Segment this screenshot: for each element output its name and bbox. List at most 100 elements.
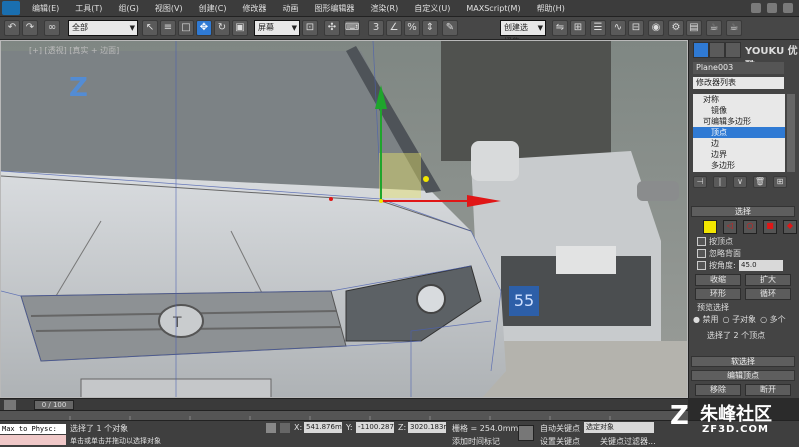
break-button[interactable]: 断开 [745,384,791,396]
preview-multi-radio[interactable]: ○ 多个 [760,314,786,325]
curve-editor-icon[interactable]: ∿ [610,20,626,36]
quick-access-icon[interactable] [783,3,793,13]
named-selection-select[interactable]: 创建选择集 [500,20,546,46]
configure-sets-icon[interactable]: ⊞ [773,176,787,188]
element-mode-icon[interactable]: ◆ [783,220,797,234]
menu-modifiers[interactable]: 修改器 [234,3,274,14]
menu-views[interactable]: 视图(V) [147,3,191,14]
absolute-mode-icon[interactable] [280,423,290,433]
modifier-list-select[interactable]: 修改器列表 [693,77,784,89]
rotate-icon[interactable]: ↻ [214,20,230,36]
preview-subobject-radio[interactable]: ○ 子对象 [723,314,757,325]
selection-rollout-header[interactable]: 选择 [691,206,795,217]
selection-filter-select[interactable]: 全部 [68,20,138,36]
percent-snap-icon[interactable]: % [404,20,420,36]
ring-button[interactable]: 环形 [695,288,741,300]
render-frame-icon[interactable]: ▤ [686,20,702,36]
edit-named-selection-icon[interactable]: ✎ [442,20,458,36]
menu-maxscript[interactable]: MAXScript(M) [458,4,528,13]
maxscript-output[interactable] [0,435,66,445]
stack-scrollbar[interactable] [787,94,795,172]
make-unique-icon[interactable]: ∨ [733,176,747,188]
set-key-icon[interactable] [518,425,534,441]
stack-item[interactable]: 多边形 [693,160,785,171]
align-icon[interactable]: ⊞ [570,20,586,36]
mirror-icon[interactable]: ⇋ [552,20,568,36]
remove-modifier-icon[interactable]: 🗑 [753,176,767,188]
menu-customize[interactable]: 自定义(U) [406,3,458,14]
menu-tools[interactable]: 工具(T) [67,3,110,14]
render-icon[interactable]: ☕ [706,20,722,36]
menu-graph-editors[interactable]: 图形编辑器 [306,3,362,14]
maxscript-listener[interactable]: Max to Physc: [0,424,66,434]
render-teapot-icon[interactable]: ☕ [726,20,742,36]
stack-item[interactable]: 边 [693,138,785,149]
select-object-icon[interactable]: ↖ [142,20,158,36]
menu-group[interactable]: 组(G) [110,3,146,14]
stack-item[interactable]: 边界 [693,149,785,160]
app-logo-icon[interactable] [2,1,20,15]
stack-item[interactable]: 镜像 [693,105,785,116]
rect-selection-icon[interactable]: □ [178,20,194,36]
select-move-icon[interactable]: ✥ [196,20,212,36]
render-setup-icon[interactable]: ⚙ [668,20,684,36]
edit-vertices-rollout-header[interactable]: 编辑顶点 [691,370,795,381]
stack-item[interactable]: 对称 [693,94,785,105]
menu-rendering[interactable]: 渲染(R) [362,3,406,14]
set-key-button[interactable]: 设置关键点 [540,436,580,447]
remove-button[interactable]: 移除 [695,384,741,396]
grow-button[interactable]: 扩大 [745,274,791,286]
link-icon[interactable]: ∞ [44,20,60,36]
modify-tab-icon[interactable] [709,42,725,58]
create-tab-icon[interactable] [693,42,709,58]
pin-stack-icon[interactable]: ⊣ [693,176,707,188]
show-end-result-icon[interactable]: | [713,176,727,188]
object-name-field[interactable]: Plane003 [693,62,784,74]
modifier-stack[interactable]: 对称 镜像 可编辑多边形 顶点 边 边界 多边形 [693,94,785,172]
y-coordinate-field[interactable]: -1100.287 [356,422,394,433]
pivot-center-icon[interactable]: ⊡ [302,20,318,36]
spinner-snap-icon[interactable]: ⇕ [422,20,438,36]
add-time-tag-button[interactable]: 添加时间标记 [452,436,500,447]
x-coordinate-field[interactable]: 541.876mm [304,422,342,433]
quick-access-icon[interactable] [751,3,761,13]
mini-curve-icon[interactable] [4,400,16,410]
polygon-mode-icon[interactable]: ■ [763,220,777,234]
menu-edit[interactable]: 编辑(E) [24,3,67,14]
edge-mode-icon[interactable]: ◁ [723,220,737,234]
material-editor-icon[interactable]: ◉ [648,20,664,36]
shrink-button[interactable]: 收缩 [695,274,741,286]
preview-disabled-radio[interactable]: ● 禁用 [693,314,719,325]
redo-icon[interactable]: ↷ [22,20,38,36]
select-by-name-icon[interactable]: ≡ [160,20,176,36]
lock-selection-icon[interactable] [266,423,276,433]
border-mode-icon[interactable]: ○ [743,220,757,234]
layer-manager-icon[interactable]: ☰ [590,20,606,36]
time-slider[interactable]: 0 / 100 [34,400,74,410]
menu-help[interactable]: 帮助(H) [529,3,573,14]
stack-item-selected[interactable]: 顶点 [693,127,785,138]
angle-spinner[interactable]: 45.0 [739,260,783,271]
z-coordinate-field[interactable]: 3020.183m [408,422,446,433]
ignore-backfacing-checkbox[interactable]: 忽略背面 [697,248,741,259]
vertex-mode-icon[interactable] [703,220,717,234]
scale-icon[interactable]: ▣ [232,20,248,36]
quick-access-icon[interactable] [767,3,777,13]
snap-icon[interactable]: 3 [368,20,384,36]
select-manipulate-icon[interactable]: ✣ [324,20,340,36]
soft-selection-rollout-header[interactable]: 软选择 [691,356,795,367]
reference-coord-select[interactable]: 屏幕 [254,20,300,36]
keyboard-shortcut-icon[interactable]: ⌨ [344,20,360,36]
by-angle-checkbox[interactable]: 按角度: [697,260,736,271]
stack-item[interactable]: 可编辑多边形 [693,116,785,127]
key-filters-button[interactable]: 关键点过滤器... [600,436,656,447]
menu-animation[interactable]: 动画 [274,3,306,14]
perspective-viewport[interactable]: T Z [+] [透视] [真实 + 边面] 55 [0,40,688,398]
viewport-label[interactable]: [+] [透视] [真实 + 边面] [29,45,119,56]
schematic-view-icon[interactable]: ⊟ [628,20,644,36]
key-mode-select[interactable]: 选定对象 [584,422,654,433]
loop-button[interactable]: 循环 [745,288,791,300]
hierarchy-tab-icon[interactable] [725,42,741,58]
undo-icon[interactable]: ↶ [4,20,20,36]
auto-key-button[interactable]: 自动关键点 [540,423,580,434]
